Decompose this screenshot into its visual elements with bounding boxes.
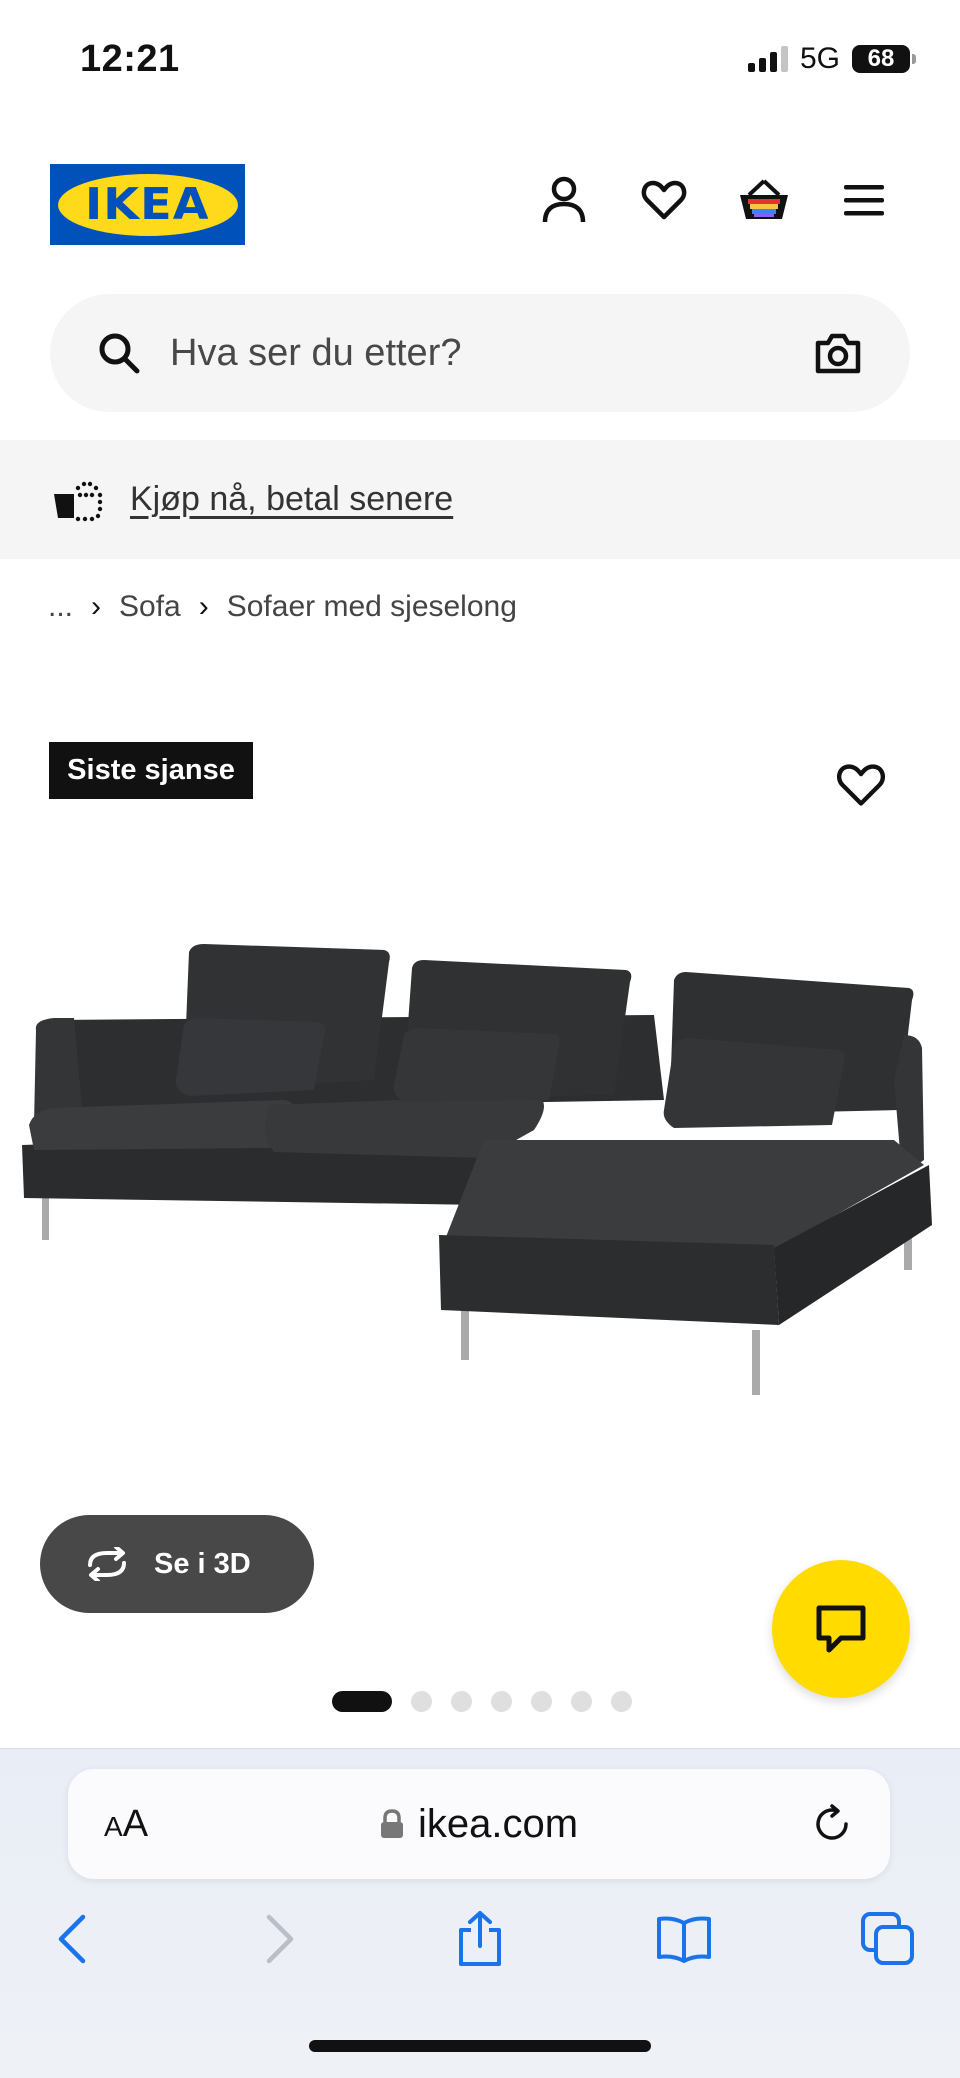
favourites-button[interactable] — [636, 172, 692, 228]
basket-icon — [740, 179, 788, 219]
promo-link[interactable]: Kjøp nå, betal senere — [130, 480, 453, 519]
bookmarks-button[interactable] — [654, 1909, 714, 1969]
breadcrumb: ... › Sofa › Sofaer med sjeselong — [48, 590, 517, 624]
carousel-dot[interactable] — [451, 1691, 472, 1712]
network-type: 5G — [799, 42, 840, 75]
status-bar: 12:21 5G 68 — [0, 0, 960, 120]
carousel-dot[interactable] — [571, 1691, 592, 1712]
carousel-dot[interactable] — [411, 1691, 432, 1712]
address-bar[interactable]: AA ikea.com — [68, 1769, 890, 1879]
url-display[interactable]: ikea.com — [148, 1802, 810, 1847]
status-time: 12:21 — [80, 38, 180, 80]
cellular-signal-icon — [747, 46, 788, 72]
carousel-dot[interactable] — [491, 1691, 512, 1712]
url-text: ikea.com — [417, 1801, 579, 1846]
cart-button[interactable] — [736, 172, 792, 228]
forward-button[interactable] — [250, 1909, 310, 1969]
heart-icon — [836, 764, 886, 806]
search-input[interactable] — [170, 331, 812, 375]
header-actions — [536, 172, 892, 228]
breadcrumb-ellipsis[interactable]: ... — [48, 590, 73, 624]
search-bar[interactable] — [50, 294, 910, 412]
menu-button[interactable] — [836, 172, 892, 228]
carousel-dot-active[interactable] — [332, 1691, 392, 1712]
home-indicator[interactable] — [309, 2040, 651, 2052]
search-icon — [99, 333, 140, 374]
carousel-dot[interactable] — [531, 1691, 552, 1712]
share-icon — [459, 1911, 501, 1966]
carousel-dot[interactable] — [611, 1691, 632, 1712]
view-in-3d-label: Se i 3D — [154, 1547, 251, 1580]
breadcrumb-item-category[interactable]: Sofaer med sjeselong — [227, 590, 517, 624]
chat-button[interactable] — [772, 1560, 910, 1698]
back-button[interactable] — [42, 1909, 102, 1969]
camera-search-icon[interactable] — [812, 327, 864, 379]
installment-payment-icon — [54, 481, 103, 521]
logo-text: IKEA — [85, 179, 210, 230]
ikea-logo[interactable]: IKEA — [50, 164, 245, 245]
last-chance-badge: Siste sjanse — [49, 742, 253, 799]
battery-icon: 68 — [852, 45, 916, 73]
chevron-left-icon — [58, 1914, 86, 1964]
tabs-button[interactable] — [858, 1909, 918, 1969]
breadcrumb-item-sofa[interactable]: Sofa — [119, 590, 181, 624]
text-size-button[interactable]: AA — [104, 1803, 148, 1846]
heart-icon — [641, 180, 687, 220]
promo-banner[interactable]: Kjøp nå, betal senere — [0, 440, 960, 559]
person-icon — [542, 176, 586, 223]
reload-icon[interactable] — [810, 1802, 854, 1846]
product-favourite-button[interactable] — [836, 762, 886, 812]
browser-toolbar: AA ikea.com — [0, 1748, 960, 2078]
profile-button[interactable] — [536, 172, 592, 228]
chevron-right-icon — [266, 1914, 294, 1964]
product-image[interactable] — [14, 930, 954, 1410]
view-in-3d-button[interactable]: Se i 3D — [40, 1515, 314, 1613]
chevron-right-icon: › — [91, 590, 102, 623]
hamburger-menu-icon — [844, 185, 884, 216]
rotate-3d-icon — [88, 1547, 126, 1581]
tabs-icon — [861, 1912, 914, 1965]
battery-level: 68 — [867, 45, 895, 72]
chat-bubble-icon — [816, 1605, 866, 1653]
browser-nav-bar — [0, 1909, 960, 2009]
share-button[interactable] — [450, 1909, 510, 1969]
book-icon — [657, 1916, 711, 1963]
image-carousel-indicator — [332, 1691, 632, 1712]
lock-icon — [380, 1809, 403, 1838]
status-indicators: 5G 68 — [747, 42, 916, 76]
chevron-right-icon: › — [198, 590, 209, 623]
